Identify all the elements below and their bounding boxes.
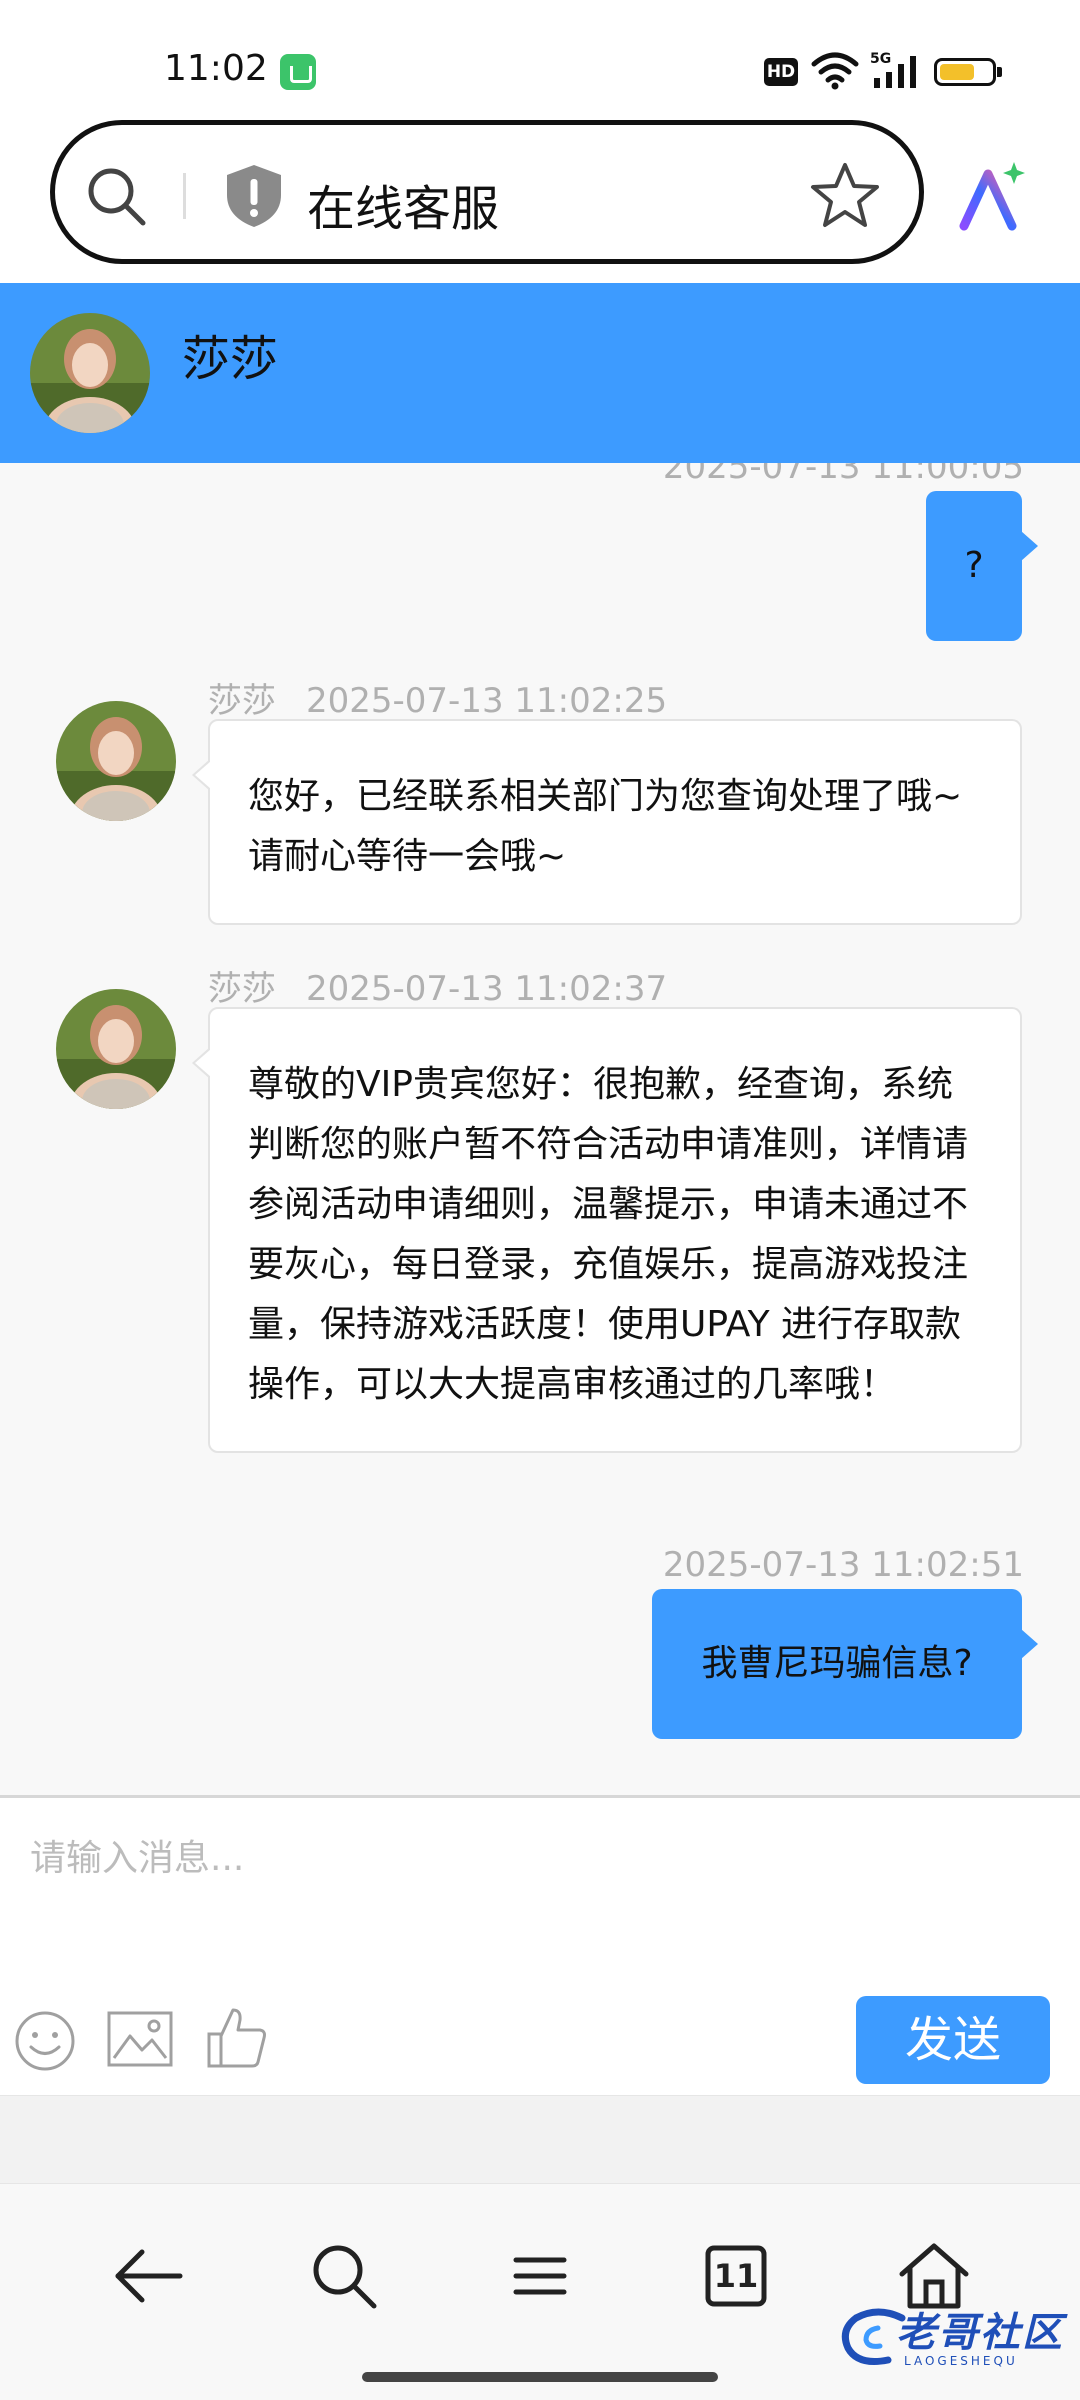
message-text: ? — [964, 545, 984, 586]
chat-messages[interactable]: 2025-07-13 11:00:05 ? 莎莎 2025-07-13 11:02… — [0, 463, 1080, 1795]
status-time: 11:02 — [164, 48, 268, 89]
ai-assistant-icon[interactable] — [958, 160, 1030, 232]
battery-icon — [934, 58, 1002, 86]
status-bar: 11:02 HD 5G — [0, 0, 1080, 112]
chat-header: 莎莎 — [0, 283, 1080, 463]
menu-icon[interactable] — [500, 2236, 580, 2316]
message-text: 尊敬的VIP贵宾您好：很抱歉，经查询，系统判断您的账户暂不符合活动申请准则，详情… — [248, 1064, 969, 1405]
home-indicator[interactable] — [362, 2372, 718, 2382]
hd-indicator: HD — [764, 58, 798, 86]
watermark-subtext: LAOGESHEQU — [904, 2354, 1018, 2368]
watermark-logo: 老哥社区 LAOGESHEQU — [838, 2300, 1070, 2380]
address-bar[interactable]: 在线客服 — [50, 120, 924, 264]
sender-name: 莎莎 — [208, 969, 276, 1009]
image-icon[interactable] — [106, 2010, 174, 2068]
star-icon[interactable] — [809, 159, 881, 231]
outgoing-message-bubble[interactable]: ? — [926, 491, 1038, 641]
search-icon[interactable] — [85, 165, 149, 229]
message-timestamp: 2025-07-13 11:02:51 — [662, 1545, 1024, 1585]
tabs-icon[interactable]: 11 — [696, 2236, 776, 2316]
message-composer: 发送 — [0, 1795, 1080, 2095]
agent-avatar[interactable] — [30, 313, 150, 433]
incoming-message-bubble[interactable]: 尊敬的VIP贵宾您好：很抱歉，经查询，系统判断您的账户暂不符合活动申请准则，详情… — [192, 1007, 1022, 1453]
tabs-count: 11 — [713, 2257, 759, 2295]
agent-avatar[interactable] — [56, 989, 176, 1109]
thumbs-up-icon[interactable] — [206, 2006, 268, 2070]
network-type-label: 5G — [870, 51, 891, 67]
incoming-message-bubble[interactable]: 您好，已经联系相关部门为您查询处理了哦~请耐心等待一会哦~ — [192, 719, 1022, 925]
message-input[interactable] — [30, 1828, 1050, 1888]
address-separator — [183, 173, 186, 219]
agent-avatar[interactable] — [56, 701, 176, 821]
message-text: 您好，已经联系相关部门为您查询处理了哦~请耐心等待一会哦~ — [248, 776, 963, 877]
message-text: 我曹尼玛骗信息? — [701, 1643, 973, 1684]
wifi-icon — [811, 52, 859, 90]
cellular-signal-icon: 5G — [870, 51, 916, 88]
app-notification-icon — [280, 54, 316, 90]
message-meta: 莎莎 2025-07-13 11:02:37 — [208, 961, 667, 1010]
page-title: 在线客服 — [307, 181, 500, 237]
message-timestamp: 2025-07-13 11:00:05 — [662, 463, 1024, 487]
sender-name: 莎莎 — [208, 681, 276, 721]
outgoing-message-bubble[interactable]: 我曹尼玛骗信息? — [652, 1589, 1038, 1739]
browser-bottom-nav: 11 老哥社区 LAOGESHEQU — [0, 2183, 1080, 2400]
message-meta: 莎莎 2025-07-13 11:02:25 — [208, 673, 667, 722]
back-arrow-icon[interactable] — [108, 2236, 188, 2316]
message-timestamp: 2025-07-13 11:02:25 — [306, 681, 668, 721]
send-button[interactable]: 发送 — [856, 1996, 1050, 2084]
composer-spacer — [0, 2095, 1080, 2183]
message-timestamp: 2025-07-13 11:02:37 — [306, 969, 668, 1009]
emoji-icon[interactable] — [14, 2010, 76, 2072]
search-icon[interactable] — [304, 2236, 384, 2316]
agent-name: 莎莎 — [182, 331, 279, 387]
shield-warning-icon[interactable] — [223, 163, 285, 229]
watermark-text: 老哥社区 — [896, 2310, 1064, 2356]
